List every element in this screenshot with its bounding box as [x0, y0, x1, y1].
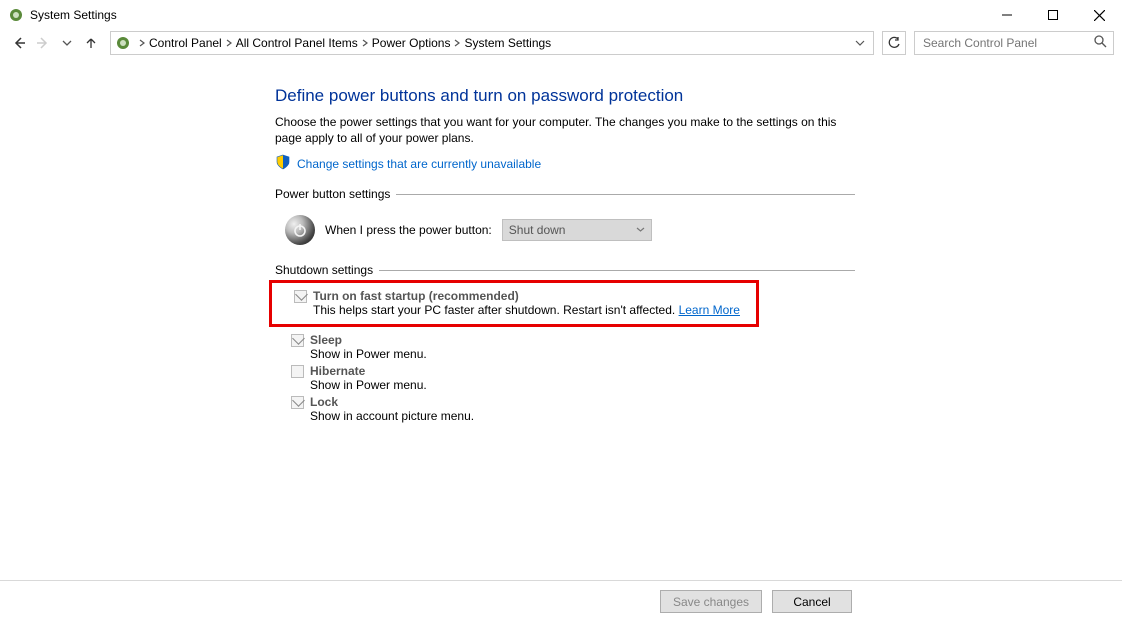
forward-button[interactable]	[32, 32, 54, 54]
power-button-section: Power button settings When I press the p…	[275, 187, 855, 259]
power-button-label: When I press the power button:	[325, 223, 492, 237]
chevron-right-icon[interactable]	[450, 39, 464, 47]
highlight-box: Turn on fast startup (recommended) This …	[269, 280, 759, 327]
lock-checkbox[interactable]	[291, 396, 304, 409]
change-unavailable-link[interactable]: Change settings that are currently unava…	[297, 157, 541, 171]
lock-item: Lock Show in account picture menu.	[275, 393, 855, 424]
window-controls	[984, 0, 1122, 30]
footer-separator	[0, 580, 1122, 581]
section-header-shutdown-label: Shutdown settings	[275, 263, 373, 277]
address-icon	[115, 35, 131, 51]
app-icon	[8, 7, 24, 23]
save-button[interactable]: Save changes	[660, 590, 762, 613]
chevron-right-icon[interactable]	[135, 39, 149, 47]
sleep-checkbox[interactable]	[291, 334, 304, 347]
shutdown-section: Shutdown settings Turn on fast startup (…	[275, 263, 855, 424]
learn-more-link[interactable]: Learn More	[679, 303, 740, 317]
maximize-button[interactable]	[1030, 0, 1076, 30]
refresh-button[interactable]	[882, 31, 906, 55]
chevron-right-icon[interactable]	[222, 39, 236, 47]
divider	[396, 194, 855, 195]
footer: Save changes Cancel	[660, 590, 852, 613]
power-button-select[interactable]: Shut down	[502, 219, 652, 241]
titlebar: System Settings	[0, 0, 1122, 30]
search-box[interactable]	[914, 31, 1114, 55]
lock-desc: Show in account picture menu.	[310, 409, 855, 423]
section-header-power-label: Power button settings	[275, 187, 390, 201]
minimize-button[interactable]	[984, 0, 1030, 30]
fast-startup-desc: This helps start your PC faster after sh…	[313, 303, 750, 317]
breadcrumb-control-panel[interactable]: Control Panel	[149, 36, 222, 50]
divider	[379, 270, 855, 271]
up-button[interactable]	[80, 32, 102, 54]
fast-startup-checkbox[interactable]	[294, 290, 307, 303]
close-button[interactable]	[1076, 0, 1122, 30]
page-title: Define power buttons and turn on passwor…	[275, 86, 855, 106]
shield-icon	[275, 154, 291, 173]
navbar: Control Panel All Control Panel Items Po…	[0, 30, 1122, 60]
lock-label: Lock	[310, 395, 855, 409]
search-icon[interactable]	[1094, 35, 1107, 51]
breadcrumb-power-options[interactable]: Power Options	[372, 36, 451, 50]
window-title: System Settings	[30, 8, 117, 22]
breadcrumb-all-items[interactable]: All Control Panel Items	[236, 36, 358, 50]
chevron-right-icon[interactable]	[358, 39, 372, 47]
fast-startup-label: Turn on fast startup (recommended)	[313, 289, 750, 303]
power-icon	[285, 215, 315, 245]
search-input[interactable]	[921, 35, 1094, 51]
power-button-value: Shut down	[509, 223, 566, 237]
fast-startup-desc-text: This helps start your PC faster after sh…	[313, 303, 679, 317]
hibernate-checkbox[interactable]	[291, 365, 304, 378]
hibernate-label: Hibernate	[310, 364, 855, 378]
back-button[interactable]	[8, 32, 30, 54]
chevron-down-icon	[636, 223, 645, 237]
sleep-label: Sleep	[310, 333, 855, 347]
address-bar[interactable]: Control Panel All Control Panel Items Po…	[110, 31, 874, 55]
section-header-shutdown: Shutdown settings	[275, 263, 855, 277]
fast-startup-item: Turn on fast startup (recommended) This …	[278, 287, 750, 318]
breadcrumb-system-settings[interactable]: System Settings	[464, 36, 551, 50]
admin-link-row: Change settings that are currently unava…	[275, 154, 855, 173]
page-description: Choose the power settings that you want …	[275, 114, 855, 146]
main-content: Define power buttons and turn on passwor…	[275, 80, 855, 424]
section-header-power: Power button settings	[275, 187, 855, 201]
hibernate-desc: Show in Power menu.	[310, 378, 855, 392]
sleep-desc: Show in Power menu.	[310, 347, 855, 361]
cancel-button[interactable]: Cancel	[772, 590, 852, 613]
address-dropdown[interactable]	[851, 38, 869, 48]
power-button-row: When I press the power button: Shut down	[275, 207, 855, 259]
recent-dropdown[interactable]	[56, 32, 78, 54]
sleep-item: Sleep Show in Power menu.	[275, 331, 855, 362]
hibernate-item: Hibernate Show in Power menu.	[275, 362, 855, 393]
